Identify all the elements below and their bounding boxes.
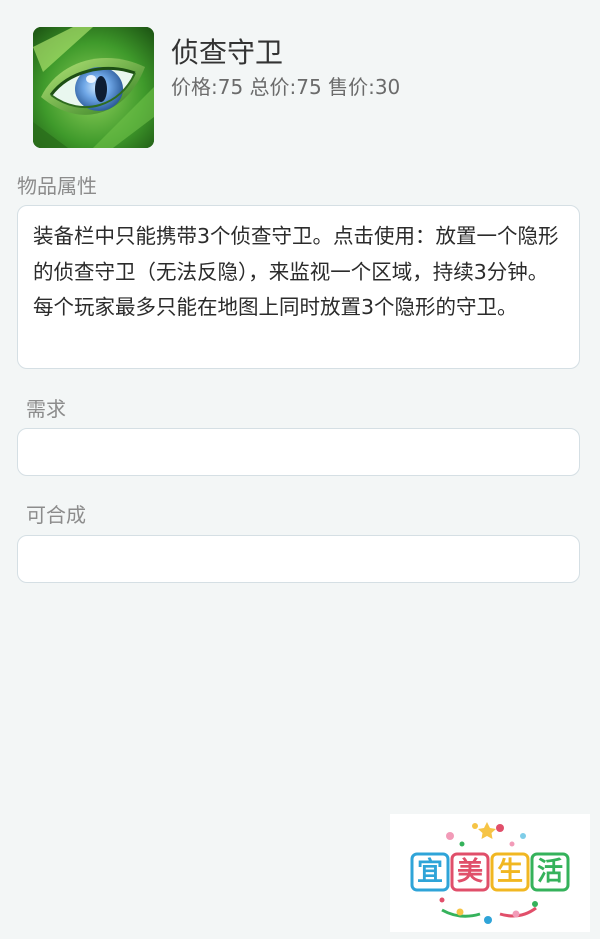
section-label-requirements: 需求 xyxy=(26,397,66,421)
watermark-char: 生 xyxy=(496,857,523,887)
watermark-char: 活 xyxy=(536,857,563,887)
watermark-char: 美 xyxy=(456,857,483,887)
item-name: 侦查守卫 xyxy=(171,36,284,69)
item-header: 侦查守卫 价格:75 总价:75 售价:30 xyxy=(33,27,573,148)
craftable-card xyxy=(17,535,580,583)
requirements-card xyxy=(17,428,580,476)
green-eye-ward-icon xyxy=(33,27,154,148)
item-price-line: 价格:75 总价:75 售价:30 xyxy=(171,75,401,99)
description-card: 装备栏中只能携带3个侦查守卫。点击使用：放置一个隐形的侦查守卫（无法反隐），来监… xyxy=(17,205,580,369)
section-label-attributes: 物品属性 xyxy=(17,174,97,198)
item-description: 装备栏中只能携带3个侦查守卫。点击使用：放置一个隐形的侦查守卫（无法反隐），来监… xyxy=(33,224,559,319)
watermark-logo: 宜美生活 xyxy=(390,814,590,932)
watermark-char: 宜 xyxy=(416,857,443,887)
section-label-craftable: 可合成 xyxy=(26,503,86,527)
watermark-text: 宜美生活 xyxy=(412,854,572,890)
